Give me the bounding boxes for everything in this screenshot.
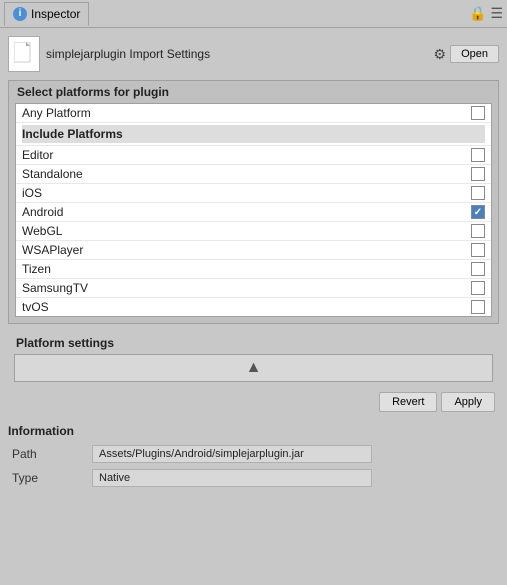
info-row-type: Type Native [8, 466, 499, 490]
platform-android-label: Android [22, 205, 471, 219]
inspector-tab-icon: i [13, 7, 27, 21]
type-label: Type [8, 466, 88, 490]
platform-ios-label: iOS [22, 186, 471, 200]
content-area: simplejarplugin Import Settings ⚙ Open S… [0, 28, 507, 585]
inspector-tab[interactable]: i Inspector [4, 2, 89, 26]
buttons-row: Revert Apply [8, 390, 499, 414]
platform-row-editor: Editor [16, 146, 491, 165]
platform-tvos-label: tvOS [22, 300, 471, 314]
platform-section-title: Select platforms for plugin [9, 81, 498, 101]
platform-row-tvos: tvOS [16, 298, 491, 316]
platform-settings-bar: ▲ [14, 354, 493, 382]
info-table: Path Assets/Plugins/Android/simplejarplu… [8, 442, 499, 490]
platform-android-checkbox[interactable] [471, 205, 485, 219]
include-platforms-header: Include Platforms [16, 123, 491, 146]
include-platforms-label: Include Platforms [22, 125, 485, 143]
platform-tizen-label: Tizen [22, 262, 471, 276]
any-platform-label: Any Platform [22, 106, 471, 120]
apply-button[interactable]: Apply [441, 392, 495, 412]
platform-settings-title: Platform settings [8, 332, 499, 352]
type-value: Native [92, 469, 372, 487]
platform-row-android: Android [16, 203, 491, 222]
type-value-cell: Native [88, 466, 499, 490]
file-actions: ⚙ Open [434, 45, 499, 63]
path-label: Path [8, 442, 88, 466]
info-row-path: Path Assets/Plugins/Android/simplejarplu… [8, 442, 499, 466]
open-button[interactable]: Open [450, 45, 499, 63]
inspector-window: i Inspector 🔒 ☰ simplejarplugin Import S… [0, 0, 507, 585]
revert-button[interactable]: Revert [379, 392, 437, 412]
inspector-tab-label: Inspector [31, 7, 80, 21]
platform-webgl-checkbox[interactable] [471, 224, 485, 238]
platform-table: Any Platform Include Platforms Editor St… [15, 103, 492, 317]
platform-settings-section: Platform settings ▲ [8, 332, 499, 384]
title-bar-actions: 🔒 ☰ [469, 5, 503, 22]
platform-row-wsaplayer: WSAPlayer [16, 241, 491, 260]
platform-editor-label: Editor [22, 148, 471, 162]
platform-row-samsungtv: SamsungTV [16, 279, 491, 298]
any-platform-checkbox[interactable] [471, 106, 485, 120]
platform-row-webgl: WebGL [16, 222, 491, 241]
any-platform-row: Any Platform [16, 104, 491, 123]
platform-tizen-checkbox[interactable] [471, 262, 485, 276]
platform-webgl-label: WebGL [22, 224, 471, 238]
platform-tvos-checkbox[interactable] [471, 300, 485, 314]
platform-wsaplayer-label: WSAPlayer [22, 243, 471, 257]
file-header: simplejarplugin Import Settings ⚙ Open [8, 34, 499, 74]
file-icon [8, 36, 40, 72]
gear-icon[interactable]: ⚙ [434, 46, 447, 63]
platform-row-tizen: Tizen [16, 260, 491, 279]
path-value: Assets/Plugins/Android/simplejarplugin.j… [92, 445, 372, 463]
menu-icon[interactable]: ☰ [490, 5, 503, 22]
platform-samsungtv-checkbox[interactable] [471, 281, 485, 295]
platform-editor-checkbox[interactable] [471, 148, 485, 162]
title-bar: i Inspector 🔒 ☰ [0, 0, 507, 28]
information-section: Information Path Assets/Plugins/Android/… [8, 422, 499, 490]
platform-samsungtv-label: SamsungTV [22, 281, 471, 295]
lock-icon[interactable]: 🔒 [469, 5, 486, 22]
platform-standalone-label: Standalone [22, 167, 471, 181]
file-info: simplejarplugin Import Settings [8, 36, 210, 72]
information-title: Information [8, 422, 499, 440]
platform-section: Select platforms for plugin Any Platform… [8, 80, 499, 324]
path-value-cell: Assets/Plugins/Android/simplejarplugin.j… [88, 442, 499, 466]
platform-standalone-checkbox[interactable] [471, 167, 485, 181]
file-name: simplejarplugin Import Settings [46, 47, 210, 61]
platform-row-standalone: Standalone [16, 165, 491, 184]
platform-row-ios: iOS [16, 184, 491, 203]
android-icon: ▲ [246, 359, 262, 377]
platform-wsaplayer-checkbox[interactable] [471, 243, 485, 257]
platform-ios-checkbox[interactable] [471, 186, 485, 200]
